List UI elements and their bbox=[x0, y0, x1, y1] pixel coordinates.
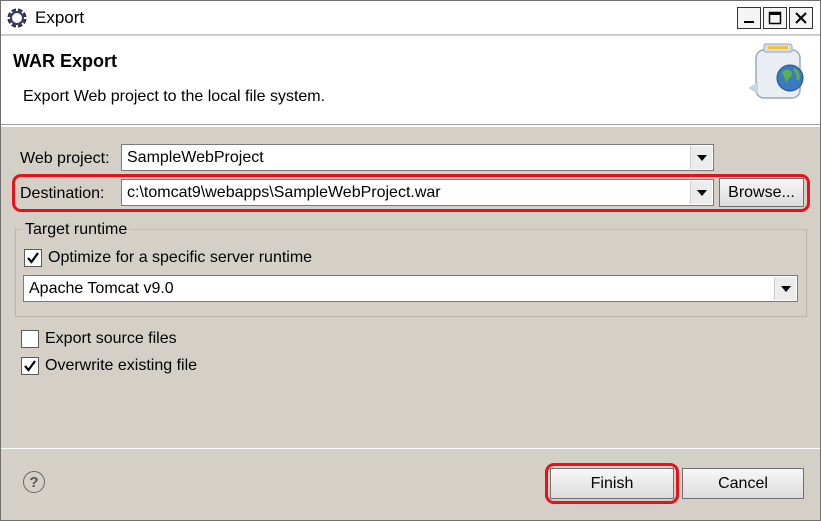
web-project-combo[interactable]: SampleWebProject bbox=[121, 144, 714, 171]
close-button[interactable] bbox=[789, 7, 813, 29]
close-icon bbox=[795, 12, 807, 24]
web-project-label: Web project: bbox=[20, 150, 110, 167]
optimize-label: Optimize for a specific server runtime bbox=[48, 249, 313, 266]
title-bar: Export bbox=[1, 1, 820, 35]
minimize-icon bbox=[744, 21, 754, 23]
chevron-down-icon[interactable] bbox=[690, 181, 712, 204]
checkmark-icon bbox=[27, 252, 39, 264]
eclipse-gear-icon bbox=[6, 7, 28, 29]
overwrite-checkbox[interactable] bbox=[21, 357, 39, 375]
optimize-checkbox[interactable] bbox=[24, 249, 42, 267]
help-icon[interactable]: ? bbox=[23, 471, 45, 493]
web-project-value: SampleWebProject bbox=[127, 149, 264, 166]
export-source-checkbox[interactable] bbox=[21, 330, 39, 348]
chevron-down-icon[interactable] bbox=[774, 277, 796, 300]
overwrite-label: Overwrite existing file bbox=[45, 357, 198, 374]
jar-globe-icon bbox=[746, 42, 812, 104]
page-description: Export Web project to the local file sys… bbox=[23, 88, 326, 105]
banner-separator bbox=[1, 125, 820, 127]
browse-button[interactable]: Browse... bbox=[719, 178, 804, 207]
checkmark-icon bbox=[24, 360, 36, 372]
runtime-combo[interactable]: Apache Tomcat v9.0 bbox=[23, 275, 798, 302]
chevron-down-icon[interactable] bbox=[690, 146, 712, 169]
finish-button[interactable]: Finish bbox=[550, 468, 674, 499]
target-runtime-title: Target runtime bbox=[22, 221, 131, 239]
export-source-label: Export source files bbox=[45, 330, 177, 347]
footer-separator bbox=[1, 448, 820, 449]
maximize-button[interactable] bbox=[763, 7, 787, 29]
destination-label: Destination: bbox=[20, 185, 105, 202]
cancel-button[interactable]: Cancel bbox=[682, 468, 804, 499]
maximize-icon bbox=[768, 11, 782, 25]
target-runtime-group bbox=[15, 229, 807, 317]
header-banner: WAR Export Export Web project to the loc… bbox=[1, 36, 820, 125]
export-dialog: Export WAR Export Export Web project to … bbox=[0, 0, 821, 521]
minimize-button[interactable] bbox=[737, 7, 761, 29]
window-title: Export bbox=[35, 8, 85, 27]
destination-combo[interactable]: c:\tomcat9\webapps\SampleWebProject.war bbox=[121, 179, 714, 206]
destination-value: c:\tomcat9\webapps\SampleWebProject.war bbox=[127, 184, 441, 201]
page-title: WAR Export bbox=[13, 51, 118, 71]
runtime-value: Apache Tomcat v9.0 bbox=[29, 280, 174, 297]
